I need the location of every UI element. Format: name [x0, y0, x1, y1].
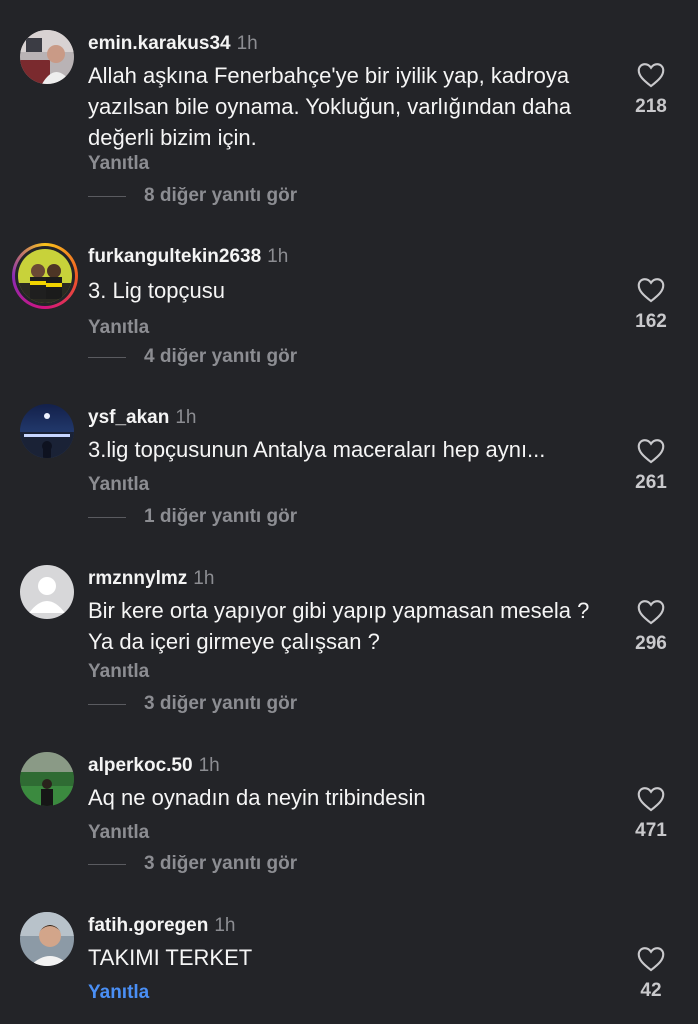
reply-button[interactable]: Yanıtla: [88, 317, 149, 339]
user-photo-icon: [20, 912, 74, 966]
view-more-replies-button[interactable]: 8 diğer yanıtı gör: [88, 184, 297, 208]
heart-icon: [637, 947, 665, 972]
timestamp: 1h: [236, 33, 258, 54]
like-count: 261: [635, 472, 667, 493]
divider-line: [88, 703, 126, 705]
divider-line: [88, 516, 126, 518]
avatar[interactable]: [20, 752, 74, 806]
reply-button[interactable]: Yanıtla: [88, 474, 149, 496]
like-button[interactable]: 296: [624, 599, 678, 655]
comment-text: Aq ne oynadın da neyin tribindesin: [88, 785, 426, 810]
username[interactable]: emin.karakus34: [88, 33, 231, 54]
like-count: 162: [635, 311, 667, 332]
comment-meta: alperkoc.50 1h: [88, 754, 220, 778]
heart-icon: [637, 600, 665, 625]
view-more-replies-label: 4 diğer yanıtı gör: [144, 346, 298, 367]
username[interactable]: alperkoc.50: [88, 755, 193, 776]
user-photo-icon: [20, 30, 74, 84]
user-photo-icon: [18, 249, 72, 303]
heart-icon: [637, 787, 665, 812]
avatar[interactable]: [20, 912, 74, 966]
reply-button[interactable]: Yanıtla: [88, 153, 149, 175]
user-photo-icon: [20, 752, 74, 806]
username[interactable]: fatih.goregen: [88, 915, 208, 936]
heart-icon: [637, 278, 665, 303]
heart-icon: [637, 439, 665, 464]
default-user-icon: [20, 565, 74, 619]
timestamp: 1h: [214, 915, 236, 936]
comment-text: Bir kere orta yapıyor gibi yapıp yapmasa…: [88, 598, 590, 654]
divider-line: [88, 356, 126, 358]
avatar[interactable]: [20, 565, 74, 619]
reply-button[interactable]: Yanıtla: [88, 661, 149, 683]
like-button[interactable]: 261: [624, 438, 678, 494]
reply-button[interactable]: Yanıtla: [88, 982, 149, 1004]
like-count: 296: [635, 633, 667, 654]
reply-button[interactable]: Yanıtla: [88, 822, 149, 844]
view-more-replies-button[interactable]: 4 diğer yanıtı gör: [88, 345, 297, 369]
avatar[interactable]: [20, 30, 74, 84]
view-more-replies-label: 8 diğer yanıtı gör: [144, 185, 298, 206]
view-more-replies-button[interactable]: 3 diğer yanıtı gör: [88, 692, 297, 716]
comment-meta: furkangultekin2638 1h: [88, 245, 288, 269]
user-photo-icon: [20, 404, 74, 458]
comment-meta: fatih.goregen 1h: [88, 914, 235, 938]
like-button[interactable]: 218: [624, 62, 678, 118]
timestamp: 1h: [175, 407, 197, 428]
divider-line: [88, 195, 126, 197]
like-button[interactable]: 162: [624, 277, 678, 333]
like-count: 218: [635, 96, 667, 117]
divider-line: [88, 863, 126, 865]
comment-meta: rmznnylmz 1h: [88, 567, 214, 591]
comment-text: 3. Lig topçusu: [88, 278, 225, 303]
avatar[interactable]: [20, 404, 74, 458]
username[interactable]: furkangultekin2638: [88, 246, 261, 267]
username[interactable]: ysf_akan: [88, 407, 169, 428]
username[interactable]: rmznnylmz: [88, 568, 187, 589]
like-button[interactable]: 42: [624, 946, 678, 1002]
comment-text: Allah aşkına Fenerbahçe'ye bir iyilik ya…: [88, 63, 572, 150]
avatar[interactable]: [12, 243, 78, 309]
like-count: 42: [640, 980, 662, 1001]
like-button[interactable]: 471: [624, 786, 678, 842]
view-more-replies-button[interactable]: 3 diğer yanıtı gör: [88, 852, 297, 876]
timestamp: 1h: [198, 755, 220, 776]
view-more-replies-label: 1 diğer yanıtı gör: [144, 506, 298, 527]
comment-text: TAKIMI TERKET: [88, 945, 253, 970]
timestamp: 1h: [267, 246, 289, 267]
comment-meta: emin.karakus34 1h: [88, 32, 258, 56]
timestamp: 1h: [193, 568, 215, 589]
comment-meta: ysf_akan 1h: [88, 406, 196, 430]
view-more-replies-label: 3 diğer yanıtı gör: [144, 853, 298, 874]
like-count: 471: [635, 820, 667, 841]
view-more-replies-button[interactable]: 1 diğer yanıtı gör: [88, 505, 297, 529]
comment-text: 3.lig topçusunun Antalya maceraları hep …: [88, 437, 546, 462]
view-more-replies-label: 3 diğer yanıtı gör: [144, 693, 298, 714]
heart-icon: [637, 63, 665, 88]
